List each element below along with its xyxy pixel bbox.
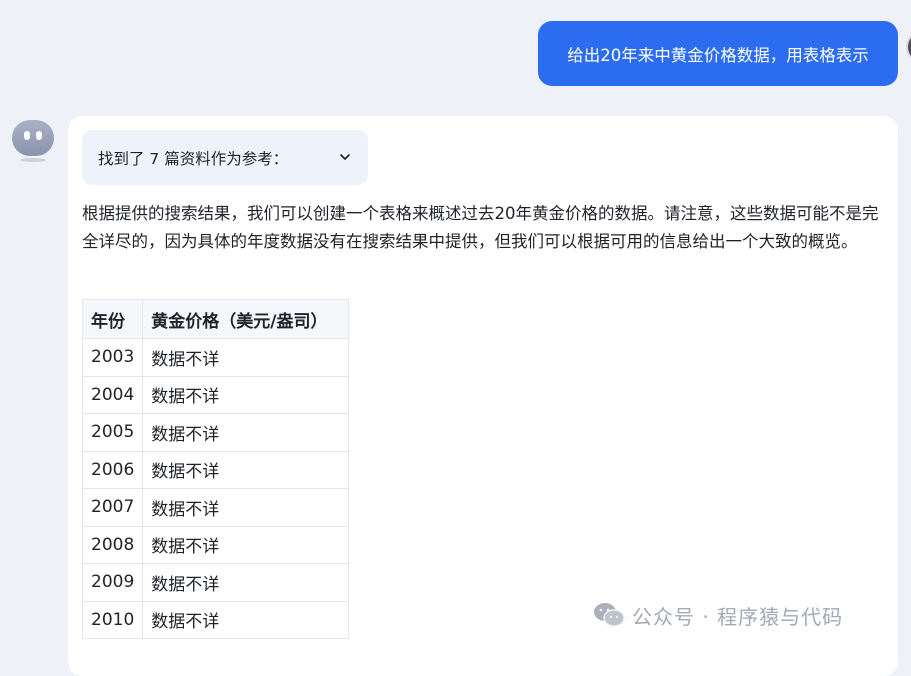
watermark: 公众号 · 程序猿与代码 [592,599,843,631]
table-cell-year: 2006 [81,450,144,489]
table-row: 2006 数据不详 [81,450,350,489]
references-toggle-button[interactable]: 找到了 7 篇资料作为参考： [82,130,368,185]
table-cell-year: 2003 [81,338,144,377]
table-row: 2005 数据不详 [81,413,350,452]
answer-paragraph: 根据提供的搜索结果，我们可以创建一个表格来概述过去20年黄金价格的数据。请注意，… [82,204,879,251]
table-cell-year: 2005 [81,413,144,452]
wechat-icon [594,603,625,627]
table-cell-year: 2008 [81,525,144,564]
table-cell-price: 数据不详 [142,563,350,602]
user-message-row: 给出20年来中黄金价格数据，用表格表示 [0,0,911,100]
user-avatar[interactable] [906,30,911,64]
table-row: 2010 数据不详 [81,600,350,639]
table-cell-price: 数据不详 [142,450,350,489]
table-cell-price: 数据不详 [142,338,350,377]
table-cell-year: 2010 [81,600,144,639]
table-cell-price: 数据不详 [142,488,350,527]
table-header-row: 年份 黄金价格（美元/盎司） [81,299,350,339]
bot-avatar [12,118,54,162]
references-label: 找到了 7 篇资料作为参考： [98,149,289,168]
table-cell-price: 数据不详 [142,525,350,564]
table-cell-price: 数据不详 [142,375,350,414]
watermark-text: 公众号 · 程序猿与代码 [632,604,844,629]
table-cell-year: 2004 [81,375,144,414]
table-row: 2007 数据不详 [81,488,350,527]
bot-eye-right [36,131,42,140]
table-row: 2008 数据不详 [81,525,350,564]
table-header-price: 黄金价格（美元/盎司） [142,299,350,339]
bot-eye-left [24,131,30,140]
table-row: 2004 数据不详 [81,375,350,414]
bot-head-icon [12,120,54,156]
chevron-down-icon [340,154,350,160]
table-row: 2009 数据不详 [81,563,350,602]
bot-avatar-shadow [20,158,46,162]
table-cell-year: 2009 [81,563,144,602]
table-cell-year: 2007 [81,488,144,527]
gold-price-table: 年份 黄金价格（美元/盎司） 2003 数据不详 2004 数据不详 2005 … [81,299,350,639]
bot-response-card: 找到了 7 篇资料作为参考： 根据提供的搜索结果，我们可以创建一个表格来概述过去… [68,116,898,676]
table-row: 2003 数据不详 [81,338,350,377]
table-cell-price: 数据不详 [142,413,350,452]
table-cell-price: 数据不详 [142,600,350,639]
table-header-year: 年份 [81,299,144,339]
user-message-bubble: 给出20年来中黄金价格数据，用表格表示 [538,21,898,86]
